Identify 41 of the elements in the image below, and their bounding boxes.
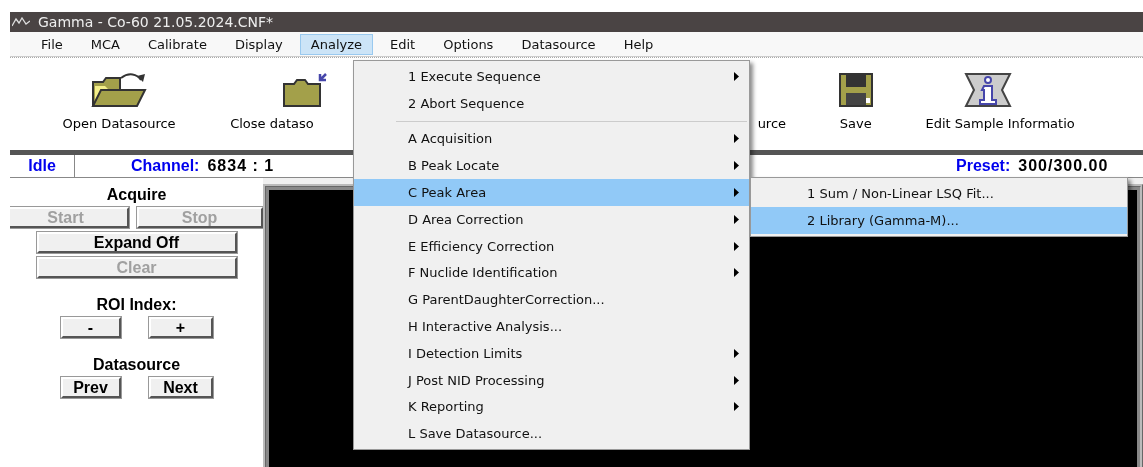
menu-option[interactable]: E Efficiency Correction [354,232,749,260]
status-label: Channel: [131,157,200,175]
menu-item[interactable]: Display [223,33,294,55]
panel-button[interactable]: - [60,317,121,338]
status-value: 6834 : 1 [207,157,275,175]
app-icon [12,17,30,27]
menu-item[interactable]: Help [612,33,665,55]
panel-heading: Acquire [106,186,167,204]
menu-item[interactable]: Datasource [510,33,607,55]
menu-option[interactable]: B Peak Locate [354,152,749,180]
menu-option[interactable]: D Area Correction [354,206,749,233]
open-folder-icon [91,72,148,108]
menu-option[interactable]: I Detection Limits [354,339,749,367]
menu-option[interactable]: K Reporting [354,393,749,421]
panel-button[interactable]: Next [148,377,213,398]
menu-item[interactable]: MCA [79,33,131,55]
menu-option[interactable]: L Save Datasource... [354,420,749,448]
menu-item[interactable]: Calibrate [136,33,218,55]
menu-option[interactable]: C Peak Area [354,179,749,206]
menu-option[interactable]: J Post NID Processing [354,366,749,394]
toolbar-button[interactable]: Open Datasource [38,58,201,131]
panel-button[interactable]: Prev [60,377,121,398]
status-text: Idle [28,157,56,175]
menu-item[interactable]: File [30,33,74,55]
menu-option[interactable]: H Interactive Analysis... [354,313,749,340]
menu-option[interactable]: G ParentDaughterCorrection... [354,286,749,314]
toolbar-button[interactable]: Save [831,58,881,131]
menu-item[interactable]: Options [432,33,505,55]
panel-heading: Datasource [92,356,181,374]
status-value: 300/300.00 [1018,157,1109,175]
menu-item[interactable]: Edit [379,33,427,55]
panel-button[interactable]: Expand Off [36,232,237,253]
menu-option[interactable]: 1 Sum / Non-Linear LSQ Fit... [751,180,1127,207]
panel-heading: ROI Index: [96,296,177,314]
menu-option[interactable]: 2 Library (Gamma-M)... [751,206,1127,234]
menu-option[interactable]: F Nuclide Identification [354,259,749,287]
window-title: Gamma - Co-60 21.05.2024.CNF* [38,14,274,30]
menu-item[interactable]: Analyze [299,33,374,55]
toolbar-button[interactable]: Edit Sample Informatio [925,58,1143,131]
status-label: Preset: [956,157,1011,175]
panel-button[interactable]: + [148,317,213,338]
